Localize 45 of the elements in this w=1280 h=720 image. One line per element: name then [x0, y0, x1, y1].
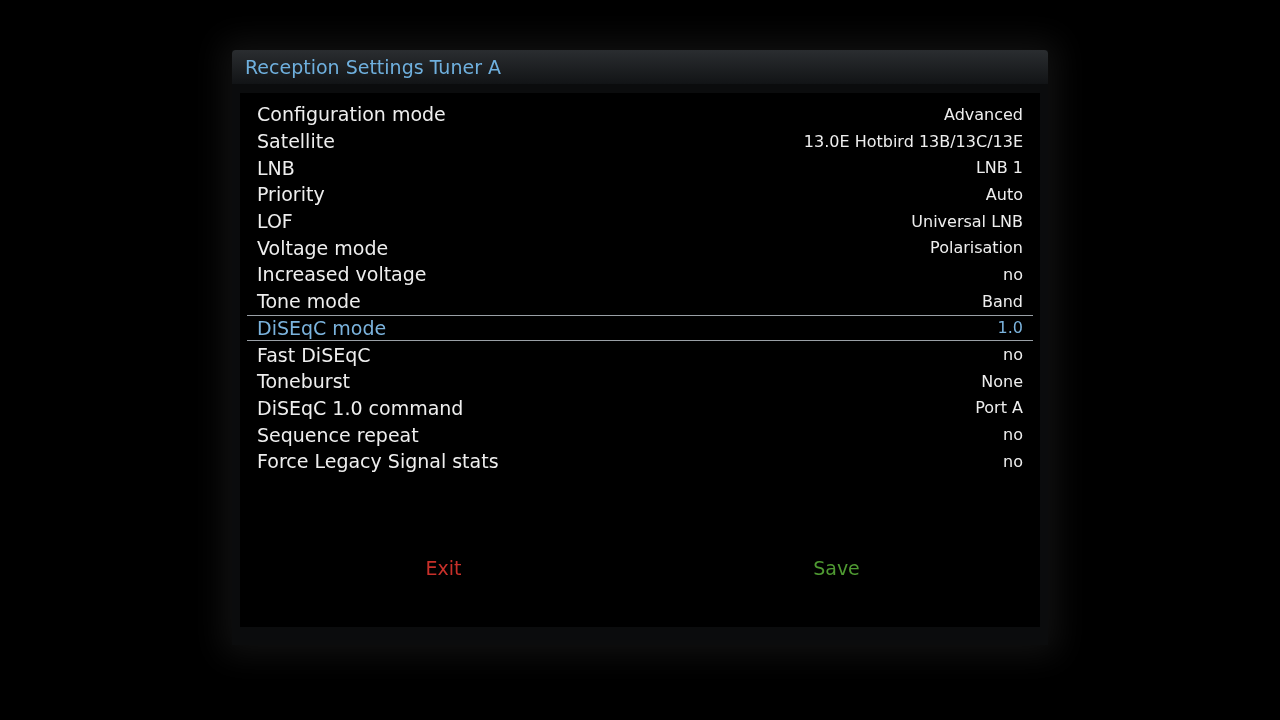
- setting-value: no: [1003, 345, 1023, 365]
- setting-label: LOF: [257, 210, 293, 233]
- setting-value: Advanced: [943, 104, 1023, 124]
- settings-row[interactable]: Sequence repeat no: [247, 421, 1033, 448]
- settings-row[interactable]: Toneburst None: [247, 367, 1033, 395]
- setting-label: Configuration mode: [257, 103, 446, 126]
- setting-value: Band: [981, 291, 1023, 311]
- settings-row[interactable]: Increased voltage no: [247, 261, 1033, 288]
- settings-row[interactable]: Configuration mode Advanced: [247, 101, 1033, 128]
- setting-value: LNB 1: [975, 158, 1023, 178]
- setting-value: None: [981, 371, 1023, 391]
- setting-label: Force Legacy Signal stats: [257, 450, 499, 473]
- save-button[interactable]: Save: [640, 557, 1033, 579]
- setting-value: no: [1003, 425, 1023, 445]
- setting-value: Universal LNB: [911, 211, 1023, 231]
- settings-row[interactable]: Satellite 13.0E Hotbird 13B/13C/13E: [247, 127, 1033, 155]
- setting-label: LNB: [257, 156, 295, 179]
- settings-row[interactable]: Voltage mode Polarisation: [247, 234, 1033, 262]
- settings-row[interactable]: Fast DiSEqC no: [247, 341, 1033, 368]
- exit-button[interactable]: Exit: [247, 557, 640, 579]
- settings-row[interactable]: Force Legacy Signal stats no: [247, 447, 1033, 475]
- setting-value: Port A: [975, 398, 1023, 418]
- settings-row[interactable]: DiSEqC 1.0 command Port A: [247, 394, 1033, 422]
- setting-value: no: [1003, 451, 1023, 471]
- setting-label: Priority: [257, 183, 325, 206]
- setting-label: Fast DiSEqC: [257, 343, 371, 366]
- setting-label: Tone mode: [257, 290, 361, 313]
- window-title: Reception Settings Tuner A: [232, 50, 1048, 84]
- setting-label: Satellite: [257, 130, 335, 153]
- settings-row[interactable]: LOF Universal LNB: [247, 207, 1033, 235]
- setting-label: DiSEqC mode: [257, 316, 387, 339]
- settings-row[interactable]: Tone mode Band: [247, 287, 1033, 315]
- settings-row[interactable]: Priority Auto: [247, 181, 1033, 208]
- setting-label: DiSEqC 1.0 command: [257, 396, 464, 419]
- settings-row[interactable]: LNB LNB 1: [247, 154, 1033, 182]
- setting-label: Increased voltage: [257, 263, 427, 286]
- setting-label: Toneburst: [257, 370, 350, 393]
- setting-value: Auto: [985, 184, 1023, 204]
- setting-value: 1.0: [997, 318, 1023, 338]
- setting-label: Sequence repeat: [257, 423, 419, 446]
- setting-value: no: [1003, 264, 1023, 284]
- setting-label: Voltage mode: [257, 236, 389, 259]
- setting-value: 13.0E Hotbird 13B/13C/13E: [803, 131, 1023, 151]
- setting-value: Polarisation: [930, 238, 1023, 258]
- settings-row[interactable]: DiSEqC mode 1.0: [247, 314, 1033, 342]
